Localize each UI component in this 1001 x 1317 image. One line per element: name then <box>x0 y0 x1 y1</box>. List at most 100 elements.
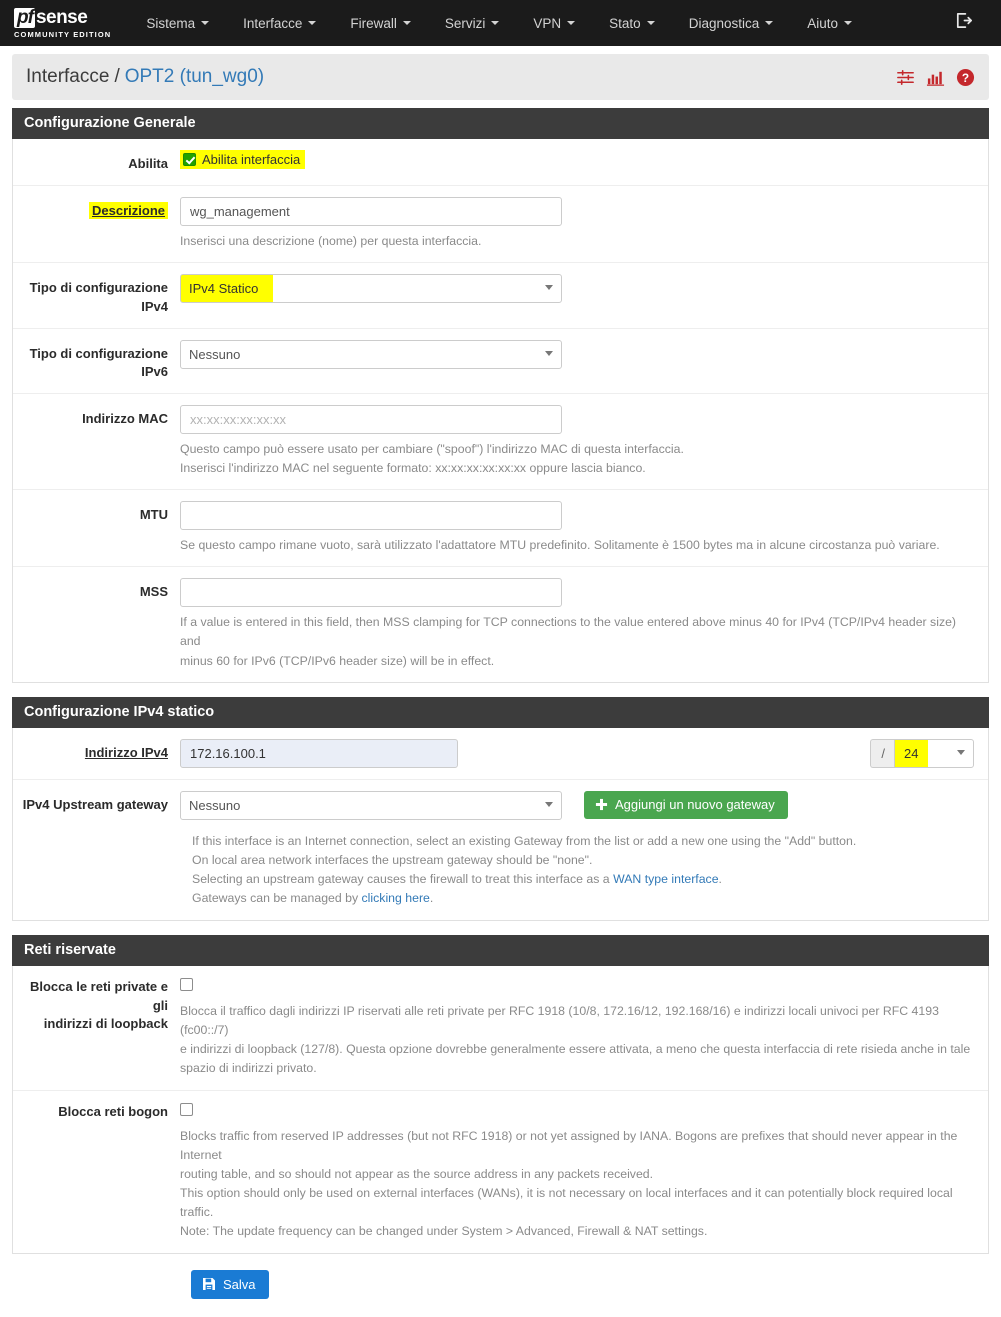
sliders-icon[interactable] <box>896 68 915 87</box>
pfsense-logo[interactable]: pf sense COMMUNITY EDITION <box>8 7 111 39</box>
block-bogon-networks-checkbox[interactable] <box>180 1102 193 1116</box>
block-bogon-networks-row: Blocca reti bogon Blocks traffic from re… <box>13 1091 988 1253</box>
general-config-panel-title: Configurazione Generale <box>12 108 989 139</box>
subnet-prefix-label: / <box>870 738 894 768</box>
ipv4-type-select-wrap: IPv4 Statico <box>180 273 562 303</box>
description-label-text: Descrizione <box>89 201 168 219</box>
nav-item-diagnostica-label: Diagnostica <box>688 15 760 31</box>
page-header: Interfacce / OPT2 (tun_wg0) ? <box>12 54 989 100</box>
ipv4-address-input[interactable] <box>180 738 458 768</box>
ipv4-address-control: / 24 <box>180 738 988 768</box>
block-bogon-networks-help: Blocks traffic from reserved IP addresse… <box>180 1127 974 1241</box>
add-gateway-button[interactable]: Aggiungi un nuovo gateway <box>584 791 788 820</box>
chevron-down-icon <box>402 21 411 25</box>
wan-type-interface-link[interactable]: WAN type interface <box>613 872 718 886</box>
block-private-networks-label: Blocca le reti private e gli indirizzi d… <box>13 978 180 1078</box>
mac-control: Questo campo può essere usato per cambia… <box>180 405 988 478</box>
brand-pf-text: pf <box>14 7 35 28</box>
nav-item-interfacce[interactable]: Interfacce <box>226 0 333 46</box>
chart-icon[interactable] <box>926 68 945 87</box>
nav-item-sistema[interactable]: Sistema <box>129 0 226 46</box>
nav-item-servizi-label: Servizi <box>444 15 486 31</box>
panel-spacer-2 <box>12 921 989 935</box>
mtu-label: MTU <box>139 507 168 523</box>
enable-row: Abilita Abilita interfaccia <box>13 139 988 186</box>
gateway-help-line4: Gateways can be managed by clicking here… <box>192 889 980 908</box>
ipv4-gateway-label: IPv4 Upstream gateway <box>22 796 168 812</box>
mac-label: Indirizzo MAC <box>82 411 168 427</box>
ipv4-gateway-help-row: If this interface is an Internet connect… <box>13 822 988 920</box>
ipv4-static-panel-title: Configurazione IPv4 statico <box>12 696 989 728</box>
save-button[interactable]: Salva <box>191 1270 269 1300</box>
breadcrumb-separator: / <box>114 66 120 87</box>
description-input[interactable] <box>180 196 562 226</box>
page-header-icons: ? <box>896 68 975 87</box>
ipv6-type-select[interactable]: Nessuno <box>180 339 562 369</box>
nav-item-aiuto-label: Aiuto <box>807 15 839 31</box>
top-navbar: pf sense COMMUNITY EDITION Sistema Interf… <box>0 0 1001 46</box>
ipv4-type-select[interactable]: IPv4 Statico <box>180 273 562 303</box>
brand-logo-row: pf sense <box>14 7 111 28</box>
ipv6-type-select-wrap: Nessuno <box>180 339 562 369</box>
mss-control: If a value is entered in this field, the… <box>180 578 988 670</box>
mss-label: MSS <box>139 584 168 600</box>
save-icon <box>202 1277 216 1291</box>
ipv4-type-label: Tipo di configurazione IPv4 <box>13 274 180 317</box>
ipv4-gateway-select[interactable]: Nessuno <box>180 790 562 820</box>
ipv6-type-label: Tipo di configurazione IPv6 <box>13 340 180 383</box>
panel-spacer <box>12 683 989 697</box>
mac-help: Questo campo può essere usato per cambia… <box>180 440 974 478</box>
chevron-down-icon <box>567 21 576 25</box>
ipv4-address-input-row: / 24 <box>180 738 974 768</box>
mtu-input[interactable] <box>180 501 562 531</box>
enable-label: Abilita <box>128 156 168 171</box>
block-bogon-help-line1: Blocks traffic from reserved IP addresse… <box>180 1128 958 1162</box>
ipv6-type-label-line2: IPv6 <box>141 364 168 380</box>
mss-input[interactable] <box>180 578 562 608</box>
mac-help-line1: Questo campo può essere usato per cambia… <box>180 442 684 457</box>
mss-help: If a value is entered in this field, the… <box>180 613 974 670</box>
enable-control: Abilita interfaccia <box>180 150 988 174</box>
nav-item-diagnostica[interactable]: Diagnostica <box>672 0 791 46</box>
mac-input[interactable] <box>180 405 562 435</box>
block-private-networks-body: Blocca il traffico dagli indirizzi IP ri… <box>180 977 988 1078</box>
ipv4-type-label-line1: Tipo di configurazione <box>29 279 168 295</box>
ipv4-type-control: IPv4 Statico <box>180 273 988 317</box>
nav-item-firewall[interactable]: Firewall <box>333 0 428 46</box>
nav-item-stato-label: Stato <box>609 15 641 31</box>
block-private-networks-checkbox[interactable] <box>180 977 193 991</box>
reserved-networks-panel-title: Reti riservate <box>12 934 989 966</box>
ipv6-type-label-line1: Tipo di configurazione <box>29 345 168 361</box>
ipv4-gateway-control: Nessuno Aggiungi un nuovo gateway <box>180 790 988 820</box>
ipv4-static-panel: Configurazione IPv4 statico Indirizzo IP… <box>12 696 989 921</box>
help-circle-icon[interactable]: ? <box>956 68 975 87</box>
subnet-mask-select[interactable]: 24 <box>894 738 974 768</box>
ipv4-gateway-help: If this interface is an Internet connect… <box>180 832 980 908</box>
chevron-down-icon <box>308 21 317 25</box>
gateway-help-line3-post: . <box>718 871 722 886</box>
nav-item-vpn-label: VPN <box>533 15 562 31</box>
nav-item-servizi[interactable]: Servizi <box>428 0 517 46</box>
reserved-networks-panel-body: Blocca le reti private e gli indirizzi d… <box>12 965 989 1255</box>
ipv4-gateway-row: IPv4 Upstream gateway Nessuno Aggiungi u… <box>13 780 988 822</box>
chevron-down-icon <box>844 21 853 25</box>
svg-text:?: ? <box>962 70 969 84</box>
chevron-down-icon <box>491 21 500 25</box>
nav-item-aiuto[interactable]: Aiuto <box>790 0 869 46</box>
general-config-panel-body: Abilita Abilita interfaccia Descrizione … <box>12 139 989 683</box>
block-bogon-networks-body: Blocks traffic from reserved IP addresse… <box>180 1102 988 1241</box>
gateway-help-line3: Selecting an upstream gateway causes the… <box>192 870 980 889</box>
nav-item-stato[interactable]: Stato <box>592 0 672 46</box>
description-row: Descrizione Inserisci una descrizione (n… <box>13 186 988 263</box>
gateway-help-line1: If this interface is an Internet connect… <box>192 833 857 848</box>
logout-icon[interactable] <box>954 11 973 35</box>
subnet-group: / 24 <box>870 738 974 768</box>
block-bogon-networks-label: Blocca reti bogon <box>58 1103 168 1119</box>
nav-item-vpn[interactable]: VPN <box>516 0 592 46</box>
breadcrumb-current[interactable]: OPT2 (tun_wg0) <box>125 66 264 88</box>
enable-interface-checkbox[interactable] <box>183 153 196 166</box>
subnet-select-wrap: 24 <box>894 738 974 768</box>
chevron-down-icon <box>201 21 210 25</box>
clicking-here-link[interactable]: clicking here <box>362 891 430 905</box>
block-bogon-help-line2: routing table, and so should not appear … <box>180 1167 654 1182</box>
